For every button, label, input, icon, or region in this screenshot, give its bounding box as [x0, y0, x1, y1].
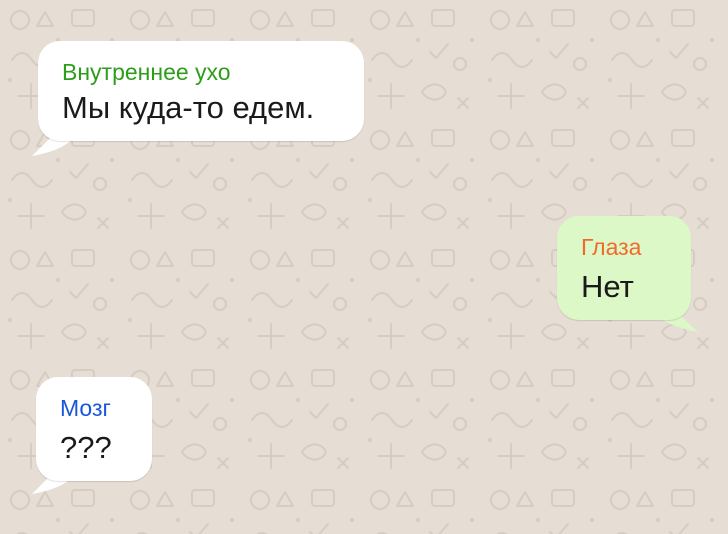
message-text: Нет — [581, 269, 634, 304]
sender-name: Мозг — [60, 395, 111, 421]
message-text: Мы куда-то едем. — [62, 90, 315, 125]
message-text: ??? — [60, 430, 112, 465]
sender-name: Глаза — [581, 234, 642, 260]
sender-name: Внутреннее ухо — [62, 59, 231, 85]
